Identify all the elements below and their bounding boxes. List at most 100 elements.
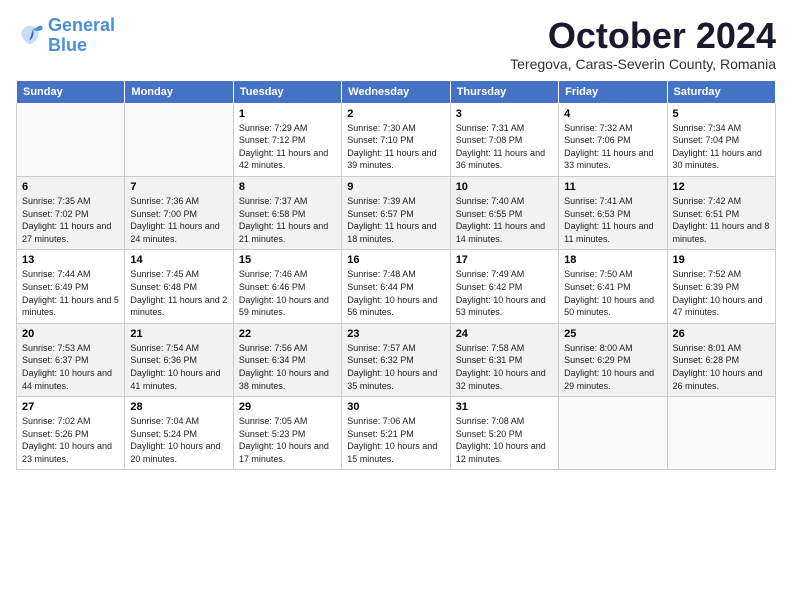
calendar-cell: 27Sunrise: 7:02 AM Sunset: 5:26 PM Dayli…: [17, 397, 125, 470]
day-number: 22: [239, 328, 336, 340]
calendar-cell: 21 Sunrise: 7:54 AM Sunset: 6:36 PM Dayli…: [125, 323, 233, 396]
calendar-cell: [17, 103, 125, 176]
calendar-cell: 16 Sunrise: 7:48 AM Sunset: 6:44 PM Dayli…: [342, 250, 450, 323]
day-info: Sunrise: 7:05 AM Sunset: 5:23 PM Dayligh…: [239, 415, 336, 465]
day-header-saturday: Saturday: [667, 80, 775, 103]
day-number: 29: [239, 401, 336, 413]
month-title: October 2024: [510, 16, 776, 56]
calendar-cell: [125, 103, 233, 176]
day-info: Sunrise: 7:31 AM Sunset: 7:08 PM Dayligh…: [456, 122, 553, 172]
day-info: Sunrise: 7:56 AM Sunset: 6:34 PM Dayligh…: [239, 342, 336, 392]
day-number: 12: [673, 181, 770, 193]
calendar-cell: 18Sunrise: 7:50 AM Sunset: 6:41 PM Dayli…: [559, 250, 667, 323]
day-header-thursday: Thursday: [450, 80, 558, 103]
day-number: 26: [673, 328, 770, 340]
day-number: 8: [239, 181, 336, 193]
day-info: Sunrise: 7:29 AM Sunset: 7:12 PM Dayligh…: [239, 122, 336, 172]
calendar-cell: [667, 397, 775, 470]
calendar-cell: 11 Sunrise: 7:41 AM Sunset: 6:53 PM Dayli…: [559, 176, 667, 249]
day-number: 28: [130, 401, 227, 413]
day-info: Sunrise: 7:42 AM Sunset: 6:51 PM Dayligh…: [673, 195, 770, 245]
day-info: Sunrise: 7:58 AM Sunset: 6:31 PM Dayligh…: [456, 342, 553, 392]
day-number: 2: [347, 108, 444, 120]
calendar-table: SundayMondayTuesdayWednesdayThursdayFrid…: [16, 80, 776, 471]
day-number: 23: [347, 328, 444, 340]
day-info: Sunrise: 7:46 AM Sunset: 6:46 PM Dayligh…: [239, 268, 336, 318]
day-header-tuesday: Tuesday: [233, 80, 341, 103]
day-info: Sunrise: 8:01 AM Sunset: 6:28 PM Dayligh…: [673, 342, 770, 392]
calendar-cell: 2Sunrise: 7:30 AM Sunset: 7:10 PM Daylig…: [342, 103, 450, 176]
day-info: Sunrise: 7:53 AM Sunset: 6:37 PM Dayligh…: [22, 342, 119, 392]
calendar-cell: 9 Sunrise: 7:39 AM Sunset: 6:57 PM Daylig…: [342, 176, 450, 249]
day-info: Sunrise: 7:44 AM Sunset: 6:49 PM Dayligh…: [22, 268, 119, 318]
calendar-cell: 15 Sunrise: 7:46 AM Sunset: 6:46 PM Dayli…: [233, 250, 341, 323]
day-info: Sunrise: 7:49 AM Sunset: 6:42 PM Dayligh…: [456, 268, 553, 318]
day-info: Sunrise: 8:00 AM Sunset: 6:29 PM Dayligh…: [564, 342, 661, 392]
page-header: General Blue October 2024 Teregova, Cara…: [16, 16, 776, 72]
calendar-cell: 7Sunrise: 7:36 AM Sunset: 7:00 PM Daylig…: [125, 176, 233, 249]
day-number: 3: [456, 108, 553, 120]
calendar-cell: 23Sunrise: 7:57 AM Sunset: 6:32 PM Dayli…: [342, 323, 450, 396]
logo-icon: [16, 22, 44, 50]
day-info: Sunrise: 7:54 AM Sunset: 6:36 PM Dayligh…: [130, 342, 227, 392]
day-header-monday: Monday: [125, 80, 233, 103]
day-number: 6: [22, 181, 119, 193]
day-number: 4: [564, 108, 661, 120]
day-info: Sunrise: 7:39 AM Sunset: 6:57 PM Dayligh…: [347, 195, 444, 245]
day-number: 14: [130, 254, 227, 266]
week-row-2: 6 Sunrise: 7:35 AM Sunset: 7:02 PM Daylig…: [17, 176, 776, 249]
day-info: Sunrise: 7:08 AM Sunset: 5:20 PM Dayligh…: [456, 415, 553, 465]
day-info: Sunrise: 7:34 AM Sunset: 7:04 PM Dayligh…: [673, 122, 770, 172]
calendar-cell: 5 Sunrise: 7:34 AM Sunset: 7:04 PM Daylig…: [667, 103, 775, 176]
calendar-cell: 10 Sunrise: 7:40 AM Sunset: 6:55 PM Dayli…: [450, 176, 558, 249]
calendar-cell: 26 Sunrise: 8:01 AM Sunset: 6:28 PM Dayli…: [667, 323, 775, 396]
calendar-cell: 25Sunrise: 8:00 AM Sunset: 6:29 PM Dayli…: [559, 323, 667, 396]
calendar-cell: 17 Sunrise: 7:49 AM Sunset: 6:42 PM Dayli…: [450, 250, 558, 323]
day-number: 13: [22, 254, 119, 266]
calendar-cell: 12 Sunrise: 7:42 AM Sunset: 6:51 PM Dayli…: [667, 176, 775, 249]
calendar-body: 1 Sunrise: 7:29 AM Sunset: 7:12 PM Daylig…: [17, 103, 776, 470]
calendar-cell: 24Sunrise: 7:58 AM Sunset: 6:31 PM Dayli…: [450, 323, 558, 396]
calendar-cell: 6 Sunrise: 7:35 AM Sunset: 7:02 PM Daylig…: [17, 176, 125, 249]
day-number: 7: [130, 181, 227, 193]
day-info: Sunrise: 7:52 AM Sunset: 6:39 PM Dayligh…: [673, 268, 770, 318]
day-info: Sunrise: 7:48 AM Sunset: 6:44 PM Dayligh…: [347, 268, 444, 318]
day-header-wednesday: Wednesday: [342, 80, 450, 103]
day-number: 11: [564, 181, 661, 193]
title-section: October 2024 Teregova, Caras-Severin Cou…: [510, 16, 776, 72]
subtitle: Teregova, Caras-Severin County, Romania: [510, 56, 776, 72]
day-number: 18: [564, 254, 661, 266]
day-number: 5: [673, 108, 770, 120]
day-info: Sunrise: 7:04 AM Sunset: 5:24 PM Dayligh…: [130, 415, 227, 465]
calendar-cell: 22 Sunrise: 7:56 AM Sunset: 6:34 PM Dayli…: [233, 323, 341, 396]
calendar-cell: 31 Sunrise: 7:08 AM Sunset: 5:20 PM Dayli…: [450, 397, 558, 470]
day-number: 31: [456, 401, 553, 413]
calendar-cell: 13 Sunrise: 7:44 AM Sunset: 6:49 PM Dayli…: [17, 250, 125, 323]
week-row-5: 27Sunrise: 7:02 AM Sunset: 5:26 PM Dayli…: [17, 397, 776, 470]
day-info: Sunrise: 7:35 AM Sunset: 7:02 PM Dayligh…: [22, 195, 119, 245]
day-info: Sunrise: 7:32 AM Sunset: 7:06 PM Dayligh…: [564, 122, 661, 172]
calendar-cell: 30 Sunrise: 7:06 AM Sunset: 5:21 PM Dayli…: [342, 397, 450, 470]
day-number: 19: [673, 254, 770, 266]
calendar-cell: 29 Sunrise: 7:05 AM Sunset: 5:23 PM Dayli…: [233, 397, 341, 470]
calendar-cell: 8Sunrise: 7:37 AM Sunset: 6:58 PM Daylig…: [233, 176, 341, 249]
calendar-cell: 19 Sunrise: 7:52 AM Sunset: 6:39 PM Dayli…: [667, 250, 775, 323]
day-info: Sunrise: 7:06 AM Sunset: 5:21 PM Dayligh…: [347, 415, 444, 465]
day-number: 15: [239, 254, 336, 266]
day-number: 17: [456, 254, 553, 266]
day-number: 10: [456, 181, 553, 193]
day-number: 27: [22, 401, 119, 413]
day-number: 21: [130, 328, 227, 340]
day-header-friday: Friday: [559, 80, 667, 103]
day-number: 1: [239, 108, 336, 120]
day-number: 16: [347, 254, 444, 266]
day-number: 9: [347, 181, 444, 193]
header-row: SundayMondayTuesdayWednesdayThursdayFrid…: [17, 80, 776, 103]
calendar-cell: 20Sunrise: 7:53 AM Sunset: 6:37 PM Dayli…: [17, 323, 125, 396]
day-info: Sunrise: 7:41 AM Sunset: 6:53 PM Dayligh…: [564, 195, 661, 245]
calendar-header: SundayMondayTuesdayWednesdayThursdayFrid…: [17, 80, 776, 103]
day-number: 30: [347, 401, 444, 413]
day-info: Sunrise: 7:45 AM Sunset: 6:48 PM Dayligh…: [130, 268, 227, 318]
week-row-1: 1 Sunrise: 7:29 AM Sunset: 7:12 PM Daylig…: [17, 103, 776, 176]
day-info: Sunrise: 7:40 AM Sunset: 6:55 PM Dayligh…: [456, 195, 553, 245]
